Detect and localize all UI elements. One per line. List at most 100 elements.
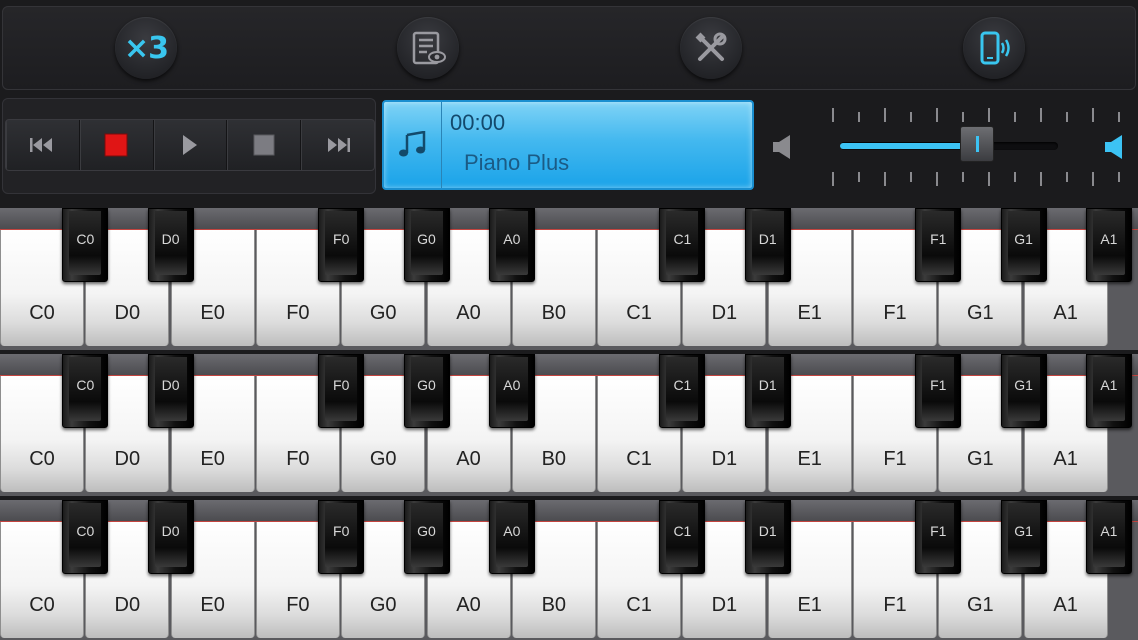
white-key-label: G1 bbox=[966, 302, 994, 324]
white-key-label: C0 bbox=[29, 302, 55, 324]
volume-tick bbox=[832, 172, 834, 186]
black-key-label: G1 bbox=[1014, 523, 1033, 539]
black-key-c0[interactable]: C0 bbox=[62, 354, 109, 428]
black-key-g1[interactable]: G1 bbox=[1000, 500, 1047, 574]
black-key-c0[interactable]: C0 bbox=[62, 500, 109, 574]
white-key-label: G0 bbox=[369, 594, 397, 616]
record-button[interactable] bbox=[80, 120, 154, 170]
black-key-a0[interactable]: A0 bbox=[488, 208, 535, 282]
keyboard-row-1: C0 D0 E0 F0 G0 A0 B0 C1 D1 E1 F1 G1 A1 C0 D0 F0 G0 A0 C1 D1… bbox=[0, 208, 1138, 350]
black-key-label: D0 bbox=[161, 523, 180, 539]
black-key-a1[interactable]: A1 bbox=[1085, 354, 1132, 428]
volume-slider[interactable] bbox=[840, 142, 1058, 150]
white-key-label: A1 bbox=[1053, 448, 1078, 470]
white-key-label: G0 bbox=[369, 448, 397, 470]
transport-controls bbox=[5, 119, 375, 171]
black-key-a1[interactable]: A1 bbox=[1085, 208, 1132, 282]
white-key-label: D0 bbox=[114, 594, 141, 616]
black-key-f0[interactable]: F0 bbox=[318, 500, 365, 574]
volume-control bbox=[760, 98, 1136, 194]
black-key-c1[interactable]: C1 bbox=[659, 500, 706, 574]
black-key-f1[interactable]: F1 bbox=[915, 208, 962, 282]
multiplier-button[interactable]: ×3 bbox=[115, 17, 177, 79]
black-key-d1[interactable]: D1 bbox=[744, 500, 791, 574]
settings-tools-icon bbox=[695, 32, 727, 61]
black-key-label: C1 bbox=[673, 231, 692, 247]
black-key-label: G1 bbox=[1014, 377, 1033, 393]
black-key-g0[interactable]: G0 bbox=[403, 500, 450, 574]
black-key-c1[interactable]: C1 bbox=[659, 354, 706, 428]
black-key-f1[interactable]: F1 bbox=[915, 500, 962, 574]
black-key-c1[interactable]: C1 bbox=[659, 208, 706, 282]
white-key-label: E0 bbox=[200, 302, 225, 324]
volume-tick bbox=[1040, 172, 1042, 186]
volume-thumb[interactable] bbox=[960, 126, 995, 162]
black-key-c0[interactable]: C0 bbox=[62, 208, 109, 282]
black-key-label: F0 bbox=[333, 377, 350, 393]
black-key-f0[interactable]: F0 bbox=[318, 208, 365, 282]
skip-back-button[interactable] bbox=[6, 120, 80, 170]
play-button[interactable] bbox=[154, 120, 228, 170]
playback-time: 00:00 bbox=[450, 110, 506, 135]
black-key-label: C1 bbox=[673, 377, 692, 393]
black-key-g0[interactable]: G0 bbox=[403, 208, 450, 282]
transport-panel bbox=[2, 98, 376, 194]
black-key-label: D1 bbox=[758, 377, 777, 393]
black-key-f0[interactable]: F0 bbox=[318, 354, 365, 428]
white-key-label: A0 bbox=[456, 594, 481, 616]
white-key-label: F1 bbox=[883, 302, 907, 324]
volume-tick bbox=[1092, 172, 1094, 186]
black-key-g1[interactable]: G1 bbox=[1000, 208, 1047, 282]
white-key-label: C1 bbox=[626, 594, 652, 616]
black-key-g1[interactable]: G1 bbox=[1000, 354, 1047, 428]
black-key-d0[interactable]: D0 bbox=[147, 354, 194, 428]
black-key-label: F1 bbox=[930, 377, 947, 393]
black-key-label: A1 bbox=[1100, 377, 1118, 393]
vibrate-button[interactable] bbox=[963, 17, 1025, 79]
white-key-label: D1 bbox=[711, 594, 738, 616]
volume-tick bbox=[1118, 172, 1120, 182]
black-key-a0[interactable]: A0 bbox=[488, 354, 535, 428]
black-key-label: A1 bbox=[1100, 231, 1118, 247]
black-key-label: F1 bbox=[930, 523, 947, 539]
black-key-d1[interactable]: D1 bbox=[744, 354, 791, 428]
white-key-label: E0 bbox=[200, 594, 225, 616]
stop-button[interactable] bbox=[227, 120, 302, 170]
white-key-label: D0 bbox=[114, 302, 141, 324]
black-key-g0[interactable]: G0 bbox=[403, 354, 450, 428]
black-key-label: G0 bbox=[417, 377, 436, 393]
white-key-label: D1 bbox=[711, 448, 738, 470]
white-key-label: E0 bbox=[200, 448, 225, 470]
record-list-icon bbox=[412, 31, 446, 65]
white-key-label: E1 bbox=[797, 594, 822, 616]
volume-tick bbox=[858, 112, 860, 122]
black-key-d0[interactable]: D0 bbox=[147, 208, 194, 282]
settings-button[interactable] bbox=[680, 17, 742, 79]
volume-tick bbox=[936, 108, 938, 122]
volume-tick bbox=[1092, 108, 1094, 122]
volume-tick bbox=[962, 172, 964, 182]
black-key-a1[interactable]: A1 bbox=[1085, 500, 1132, 574]
white-key-label: G1 bbox=[966, 448, 994, 470]
black-key-f1[interactable]: F1 bbox=[915, 354, 962, 428]
music-note-icon bbox=[398, 131, 425, 157]
volume-tick bbox=[1014, 112, 1016, 122]
white-key-label: C0 bbox=[29, 594, 55, 616]
black-key-a0[interactable]: A0 bbox=[488, 500, 535, 574]
black-key-d1[interactable]: D1 bbox=[744, 208, 791, 282]
black-key-label: A0 bbox=[503, 377, 521, 393]
skip-forward-icon bbox=[327, 138, 350, 152]
music-note-area bbox=[384, 102, 442, 188]
white-key-label: C1 bbox=[626, 448, 652, 470]
black-key-label: G0 bbox=[417, 231, 436, 247]
stop-icon bbox=[253, 134, 275, 156]
record-list-button[interactable] bbox=[397, 17, 459, 79]
white-key-label: E1 bbox=[797, 448, 822, 470]
white-key-label: B0 bbox=[541, 448, 567, 470]
keyboard-row-3: C0 D0 E0 F0 G0 A0 B0 C1 D1 E1 F1 G1 A1 C0 D0 F0 G0 A0 C1 D1… bbox=[0, 500, 1138, 640]
skip-forward-button[interactable] bbox=[301, 120, 374, 170]
white-key-label: F0 bbox=[286, 594, 310, 616]
black-key-label: D1 bbox=[758, 523, 777, 539]
black-key-d0[interactable]: D0 bbox=[147, 500, 194, 574]
song-display[interactable]: 00:00 Piano Plus bbox=[382, 100, 754, 190]
